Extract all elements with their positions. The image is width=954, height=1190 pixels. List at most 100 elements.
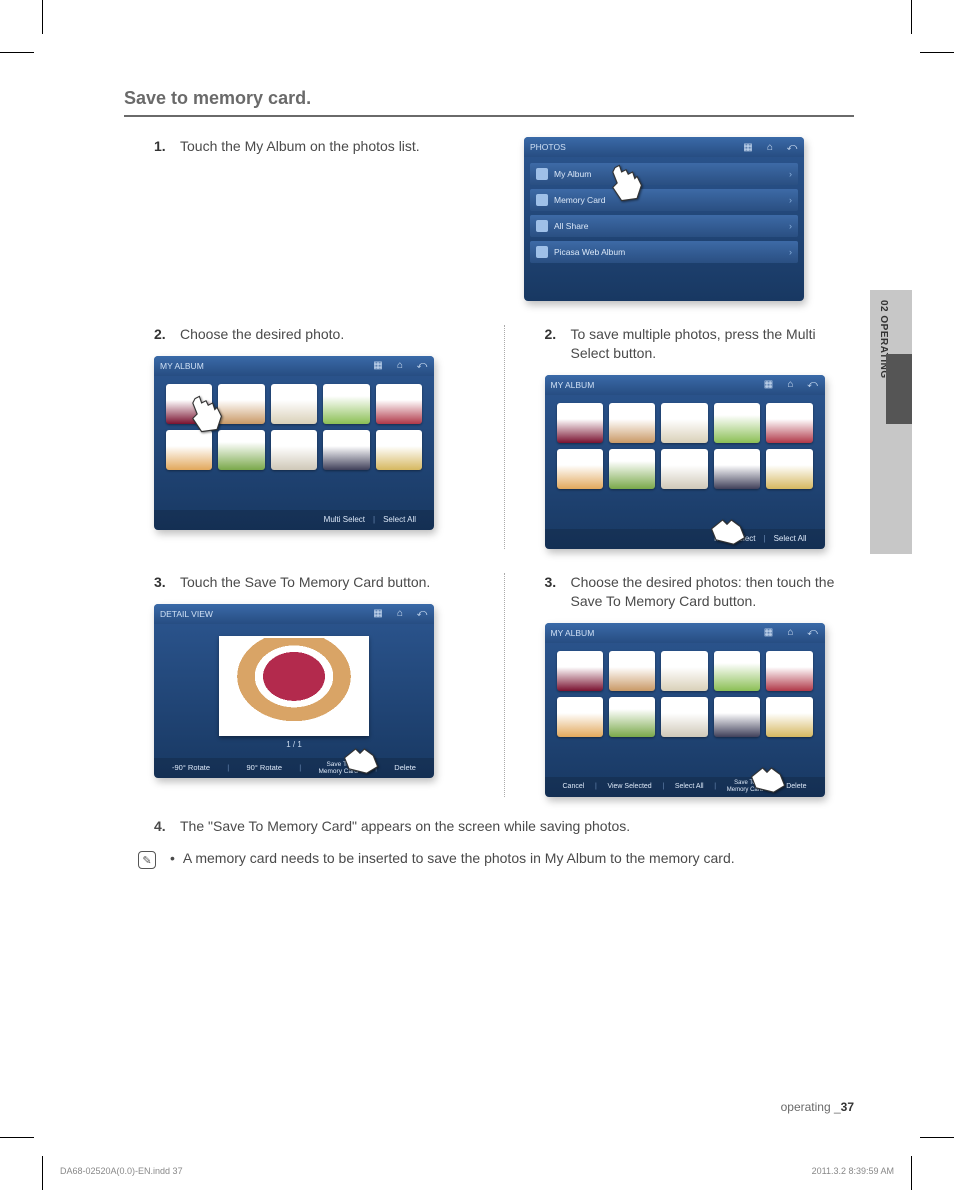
list-item-label: Picasa Web Album: [554, 247, 625, 257]
list-item-label: Memory Card: [554, 195, 605, 205]
step-4: 4. The "Save To Memory Card" appears on …: [124, 817, 854, 837]
screenshot-bottombar: -90° Rotate| 90° Rotate| Save ToMemory C…: [154, 758, 434, 778]
list-item-picasa: Picasa Web Album ›: [530, 241, 798, 263]
back-icon: ⤺: [786, 142, 798, 153]
photo-thumbnail: [323, 430, 369, 470]
photo-thumbnail: [766, 449, 812, 489]
photo-thumbnail: [766, 697, 812, 737]
touch-hand-icon: [338, 738, 382, 778]
list-item-my-album: My Album ›: [530, 163, 798, 185]
screenshot-title: PHOTOS: [530, 142, 566, 152]
picasa-icon: [536, 246, 548, 258]
chevron-right-icon: ›: [789, 169, 792, 179]
titlebar-icons: ▦ ⌂ ⤺: [742, 142, 798, 153]
step-number: 2.: [154, 325, 170, 344]
photo-thumbnail: [661, 403, 707, 443]
photo-thumbnail: [661, 697, 707, 737]
list-item-label: My Album: [554, 169, 591, 179]
photo-thumbnail: [714, 449, 760, 489]
step-text: The "Save To Memory Card" appears on the…: [180, 817, 630, 837]
screenshot-album-grid: MY ALBUM ▦ ⌂ ⤺ Multi Select | Select All: [545, 375, 825, 549]
back-icon: ⤺: [807, 379, 819, 390]
list-item-memory-card: Memory Card ›: [530, 189, 798, 211]
home-icon: ⌂: [785, 627, 797, 638]
photo-thumbnail: [376, 384, 422, 424]
chevron-right-icon: ›: [789, 195, 792, 205]
photo-preview: [219, 636, 369, 736]
photo-thumbnail: [271, 430, 317, 470]
note-text: •A memory card needs to be inserted to s…: [170, 850, 735, 866]
note-icon: ✎: [138, 851, 156, 869]
delete-button: Delete: [386, 758, 424, 778]
photo-thumbnail: [714, 651, 760, 691]
photo-thumbnail: [609, 449, 655, 489]
screenshot-title: DETAIL VIEW: [160, 609, 213, 619]
select-all-button: Select All: [375, 510, 424, 530]
step-text: Choose the desired photos: then touch th…: [571, 573, 855, 611]
grid-icon: ▦: [763, 627, 775, 638]
screenshot-titlebar: MY ALBUM ▦ ⌂ ⤺: [545, 623, 825, 643]
section-title: Save to memory card.: [124, 88, 854, 117]
photo-thumbnail: [557, 651, 603, 691]
album-icon: [536, 168, 548, 180]
photo-thumbnail: [323, 384, 369, 424]
screenshot-album-grid: MY ALBUM ▦⌂⤺ Multi Select | Select All: [154, 356, 434, 530]
screenshot-photos-list: PHOTOS ▦ ⌂ ⤺ My Album › Memory Card › All …: [524, 137, 804, 301]
back-icon: ⤺: [807, 627, 819, 638]
step-number: 4.: [154, 817, 170, 837]
screenshot-titlebar: DETAIL VIEW ▦⌂⤺: [154, 604, 434, 624]
view-selected-button: View Selected: [599, 777, 659, 797]
note: ✎ •A memory card needs to be inserted to…: [124, 850, 854, 869]
step-number: 2.: [545, 325, 561, 363]
rotate-pos-button: 90° Rotate: [238, 758, 290, 778]
column-divider: [504, 325, 505, 549]
photo-thumbnail: [609, 697, 655, 737]
photo-thumbnail: [271, 384, 317, 424]
step-number: 3.: [154, 573, 170, 592]
chevron-right-icon: ›: [789, 221, 792, 231]
photo-thumbnail: [714, 697, 760, 737]
list-item-all-share: All Share ›: [530, 215, 798, 237]
grid-icon: ▦: [742, 142, 754, 153]
chevron-right-icon: ›: [789, 247, 792, 257]
photo-thumbnail: [557, 403, 603, 443]
photo-thumbnail: [714, 403, 760, 443]
home-icon: ⌂: [394, 608, 406, 619]
touch-hand-icon: [184, 392, 228, 436]
page-footer: operating _37: [781, 1100, 854, 1114]
card-icon: [536, 194, 548, 206]
select-all-button: Select All: [667, 777, 712, 797]
screenshot-bottombar: Multi Select | Select All: [545, 529, 825, 549]
screenshot-title: MY ALBUM: [160, 361, 204, 371]
step-3-left: 3. Touch the Save To Memory Card button.: [154, 573, 464, 592]
photo-thumbnail: [661, 449, 707, 489]
grid-icon: ▦: [372, 608, 384, 619]
screenshot-titlebar: MY ALBUM ▦ ⌂ ⤺: [545, 375, 825, 395]
share-icon: [536, 220, 548, 232]
print-timestamp: 2011.3.2 8:39:59 AM: [812, 1166, 894, 1176]
step-1: 1. Touch the My Album on the photos list…: [154, 137, 484, 156]
print-file: DA68-02520A(0.0)-EN.indd 37: [60, 1166, 183, 1176]
photo-thumbnail: [376, 430, 422, 470]
cancel-button: Cancel: [555, 777, 593, 797]
photo-thumbnail: [766, 651, 812, 691]
multi-select-button: Multi Select: [316, 510, 373, 530]
screenshot-title: MY ALBUM: [551, 628, 595, 638]
step-text: Choose the desired photo.: [180, 325, 344, 344]
touch-hand-icon: [604, 161, 648, 205]
step-text: Touch the My Album on the photos list.: [180, 137, 420, 156]
step-number: 3.: [545, 573, 561, 611]
photo-thumbnail: [557, 697, 603, 737]
screenshot-detail-view: DETAIL VIEW ▦⌂⤺ 1 / 1 -90° Rotate| 90° R…: [154, 604, 434, 778]
grid-icon: ▦: [763, 379, 775, 390]
photo-thumbnail: [609, 651, 655, 691]
home-icon: ⌂: [785, 379, 797, 390]
step-text: To save multiple photos, press the Multi…: [571, 325, 855, 363]
select-all-button: Select All: [766, 529, 815, 549]
screenshot-title: MY ALBUM: [551, 380, 595, 390]
list-item-label: All Share: [554, 221, 589, 231]
home-icon: ⌂: [394, 360, 406, 371]
screenshot-album-select: MY ALBUM ▦⌂⤺ Cancel| View Selected| Sele…: [545, 623, 825, 797]
step-text: Touch the Save To Memory Card button.: [180, 573, 430, 592]
touch-hand-icon: [705, 509, 749, 549]
